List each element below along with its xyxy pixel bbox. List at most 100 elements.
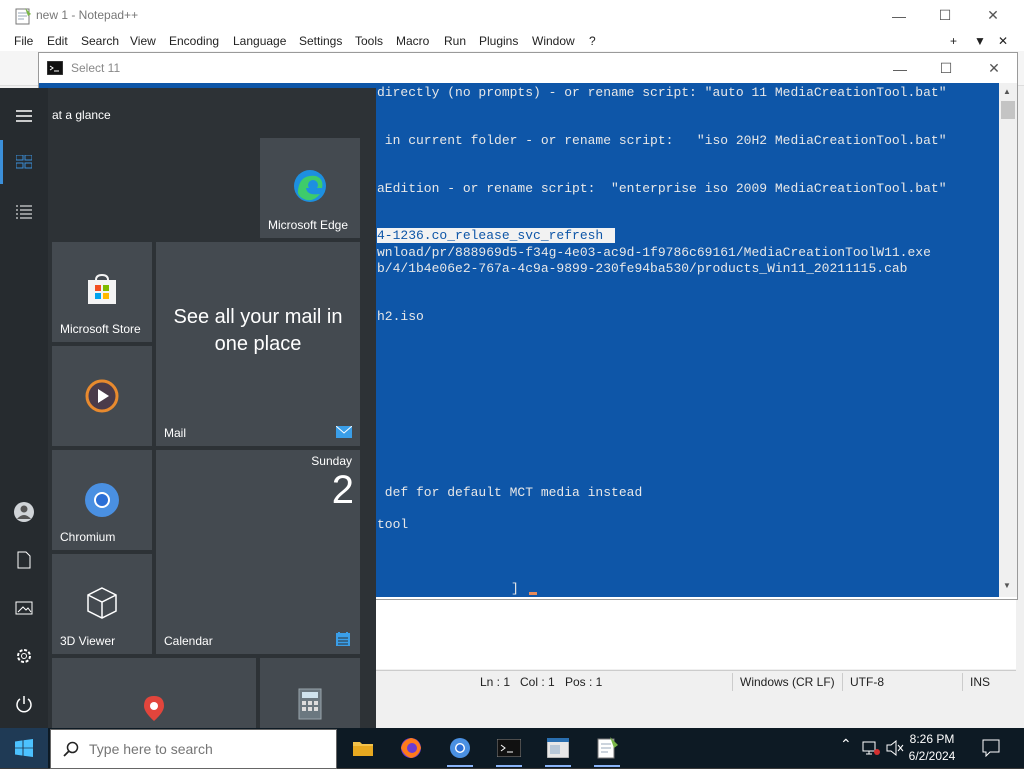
media-play-icon bbox=[85, 379, 119, 413]
firefox-icon bbox=[401, 738, 421, 758]
menu-run[interactable]: Run bbox=[444, 34, 466, 48]
console-scrollbar[interactable]: ▲ ▼ bbox=[999, 83, 1017, 597]
tile-3d-viewer[interactable]: 3D Viewer bbox=[52, 554, 152, 654]
console-minimize-button[interactable]: — bbox=[877, 53, 923, 84]
taskbar-notepadpp[interactable] bbox=[584, 729, 630, 767]
action-center-notification-icon[interactable] bbox=[982, 739, 1000, 757]
minimize-button[interactable]: — bbox=[876, 0, 922, 31]
menu-help[interactable]: ? bbox=[589, 34, 596, 48]
tab-list-button[interactable]: ▼ bbox=[974, 34, 986, 48]
tile-label: 3D Viewer bbox=[60, 634, 116, 648]
console-line: b/4/1b4e06e2-767a-4c9a-9899-230fe94ba530… bbox=[377, 261, 908, 276]
menu-encoding[interactable]: Encoding bbox=[169, 34, 219, 48]
taskbar-notepad-window[interactable] bbox=[535, 729, 581, 767]
status-divider bbox=[962, 673, 963, 691]
taskbar-command-prompt[interactable] bbox=[486, 729, 532, 767]
all-apps-list-icon[interactable] bbox=[12, 200, 36, 224]
calendar-day: Sunday bbox=[311, 454, 352, 468]
notepadpp-app-icon bbox=[15, 8, 31, 25]
edge-icon bbox=[294, 170, 326, 202]
console-cursor-line: ] bbox=[511, 581, 519, 596]
power-icon[interactable] bbox=[12, 692, 36, 716]
tiles-view-icon[interactable] bbox=[12, 150, 36, 174]
calendar-icon bbox=[336, 632, 350, 646]
status-column: Col : 1 bbox=[520, 675, 555, 689]
clock-date: 6/2/2024 bbox=[908, 749, 956, 763]
windows-logo-icon bbox=[15, 739, 33, 757]
console-close-button[interactable]: ✕ bbox=[971, 53, 1017, 84]
status-position: Pos : 1 bbox=[565, 675, 603, 689]
menu-bar: File Edit Search View Encoding Language … bbox=[0, 31, 1024, 51]
command-prompt-icon bbox=[497, 739, 521, 757]
status-eol: Windows (CR LF) bbox=[740, 675, 835, 689]
documents-icon[interactable] bbox=[12, 548, 36, 572]
scrollbar-thumb[interactable] bbox=[1001, 101, 1015, 119]
menu-language[interactable]: Language bbox=[233, 34, 286, 48]
text-cursor bbox=[529, 592, 537, 595]
console-line: wnload/pr/888969d5-f34g-4e03-ac9d-1f9786… bbox=[377, 245, 931, 260]
window-title: new 1 - Notepad++ bbox=[36, 8, 139, 22]
menu-settings[interactable]: Settings bbox=[299, 34, 342, 48]
search-input[interactable] bbox=[87, 740, 331, 758]
user-account-icon[interactable] bbox=[12, 500, 36, 524]
taskbar-file-explorer[interactable] bbox=[340, 729, 386, 767]
tile-mail[interactable]: See all your mail in one place Mail bbox=[156, 242, 360, 446]
tile-maps[interactable] bbox=[52, 658, 256, 728]
console-maximize-button[interactable]: ☐ bbox=[923, 53, 969, 84]
tile-label: Mail bbox=[164, 426, 187, 440]
show-hidden-icons-chevron-icon[interactable]: ⌃ bbox=[840, 736, 852, 753]
status-line: Ln : 1 bbox=[480, 675, 511, 689]
menu-window[interactable]: Window bbox=[532, 34, 575, 48]
tile-chromium[interactable]: Chromium bbox=[52, 450, 152, 550]
menu-tools[interactable]: Tools bbox=[355, 34, 383, 48]
taskbar-search-box[interactable] bbox=[50, 729, 337, 769]
hamburger-menu-icon[interactable] bbox=[12, 104, 36, 128]
menu-view[interactable]: View bbox=[130, 34, 156, 48]
start-button[interactable] bbox=[0, 728, 48, 768]
network-icon[interactable] bbox=[862, 740, 880, 756]
scroll-down-arrow[interactable]: ▼ bbox=[1003, 581, 1013, 590]
taskbar-chromium[interactable] bbox=[437, 729, 483, 767]
menu-macro[interactable]: Macro bbox=[396, 34, 429, 48]
tile-group-header: at a glance bbox=[52, 108, 111, 122]
pictures-icon[interactable] bbox=[12, 596, 36, 620]
chromium-icon bbox=[450, 738, 470, 758]
tile-microsoft-edge[interactable]: Microsoft Edge bbox=[260, 138, 360, 238]
window-app-icon bbox=[547, 738, 569, 758]
search-icon bbox=[63, 741, 79, 757]
menu-plugins[interactable]: Plugins bbox=[479, 34, 518, 48]
menu-search[interactable]: Search bbox=[81, 34, 119, 48]
console-line: h2.iso bbox=[377, 309, 424, 324]
taskbar-clock[interactable]: 8:26 PM 6/2/2024 bbox=[902, 731, 962, 765]
console-title: Select 11 bbox=[71, 61, 121, 75]
status-insert-mode: INS bbox=[970, 675, 991, 689]
menu-file[interactable]: File bbox=[14, 34, 33, 48]
scroll-up-arrow[interactable]: ▲ bbox=[1003, 87, 1013, 96]
calculator-icon bbox=[298, 688, 322, 720]
chromium-icon bbox=[85, 483, 119, 517]
settings-gear-icon[interactable] bbox=[12, 644, 36, 668]
folder-icon bbox=[353, 742, 373, 756]
new-tab-button[interactable]: + bbox=[950, 34, 957, 48]
start-menu-rail bbox=[0, 88, 48, 728]
status-encoding: UTF-8 bbox=[850, 675, 884, 689]
taskbar-firefox[interactable] bbox=[388, 729, 434, 767]
clock-time: 8:26 PM bbox=[909, 732, 955, 746]
maximize-button[interactable]: ☐ bbox=[922, 0, 968, 31]
editor-area[interactable] bbox=[376, 596, 1016, 669]
console-titlebar: Select 11 — ☐ ✕ bbox=[39, 53, 1017, 83]
tile-calculator[interactable] bbox=[260, 658, 360, 728]
mail-promo-text: See all your mail in one place bbox=[173, 306, 343, 355]
close-tab-button[interactable]: ✕ bbox=[998, 34, 1008, 48]
tile-media-player[interactable] bbox=[52, 346, 152, 446]
close-button[interactable]: ✕ bbox=[970, 0, 1016, 31]
tile-microsoft-store[interactable]: Microsoft Store bbox=[52, 242, 152, 342]
console-app-icon bbox=[47, 61, 63, 75]
console-line: directly (no prompts) - or rename script… bbox=[377, 85, 947, 100]
menu-edit[interactable]: Edit bbox=[47, 34, 68, 48]
mail-envelope-icon bbox=[336, 426, 352, 438]
status-bar: Ln : 1 Col : 1 Pos : 1 Windows (CR LF) U… bbox=[376, 670, 1016, 694]
notepadpp-titlebar: new 1 - Notepad++ — ☐ ✕ bbox=[0, 0, 1024, 31]
3d-cube-icon bbox=[87, 587, 117, 619]
tile-calendar[interactable]: Sunday 2 Calendar bbox=[156, 450, 360, 654]
